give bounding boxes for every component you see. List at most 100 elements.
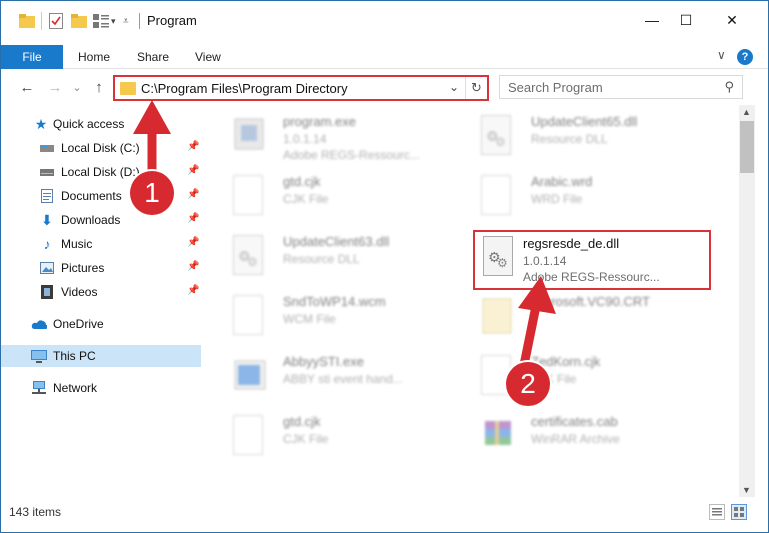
sidebar-item-label: This PC <box>53 349 96 363</box>
document-icon <box>233 415 267 459</box>
pin-icon[interactable]: 📌 <box>187 189 199 200</box>
gear-file-icon: ⚙ ⚙ <box>483 236 517 280</box>
tab-share[interactable]: Share <box>137 50 169 64</box>
qa-divider <box>41 12 42 30</box>
window-title: Program <box>147 13 197 28</box>
sidebar-item-label: OneDrive <box>53 317 104 331</box>
search-icon[interactable]: ⚲ <box>724 79 734 95</box>
file-item-regsresde-de-dll[interactable]: ⚙ ⚙ regsresde_de.dll 1.0.1.14 Adobe REGS-… <box>473 230 711 290</box>
pictures-icon <box>39 260 55 276</box>
customize-toolbar-icon[interactable]: ⩡ <box>123 12 129 30</box>
file-item-updateclient63-dll[interactable]: ⚙ ⚙ UpdateClient63.dll Resource DLL <box>215 231 455 291</box>
address-path[interactable]: C:\Program Files\Program Directory <box>141 81 348 96</box>
explorer-window: ▾ ⩡ Program — ☐ ✕ File Home Share View ∨… <box>0 0 769 533</box>
file-item-gtd-cjk-2[interactable]: gtd.cjk CJK File <box>215 411 455 471</box>
pin-icon[interactable]: 📌 <box>187 237 199 248</box>
sidebar-item-this-pc[interactable]: This PC <box>1 345 201 367</box>
properties-icon[interactable] <box>49 12 63 30</box>
forward-button[interactable]: → <box>45 77 65 97</box>
file-name: UpdateClient63.dll <box>283 234 390 249</box>
drive-icon <box>39 164 55 180</box>
navigation-pane: ★ Quick access Local Disk (C:) 📌 Local D… <box>1 105 203 497</box>
file-type: CJK File <box>283 192 329 206</box>
computer-icon <box>31 348 47 364</box>
file-type: Resource DLL <box>531 132 608 146</box>
maximize-button[interactable]: ☐ <box>671 9 701 31</box>
sidebar-item-videos[interactable]: Videos 📌 <box>1 281 201 303</box>
details-view-icon[interactable] <box>709 504 725 520</box>
file-item-gtd-cjk[interactable]: gtd.cjk CJK File <box>215 171 455 231</box>
file-name: AbbyySTI.exe <box>283 354 364 369</box>
folder-icon <box>19 12 35 30</box>
navigation-bar: ← → ⌄ ↑ C:\Program Files\Program Directo… <box>1 71 768 103</box>
file-item-zedkorn-cjk[interactable]: ZedKorn.cjk CJK File <box>463 351 703 411</box>
file-item-updateclient65-dll[interactable]: ⚙ ⚙ UpdateClient65.dll Resource DLL <box>463 111 703 171</box>
search-box[interactable]: ⚲ <box>499 75 743 99</box>
file-name: Arabic.wrd <box>531 174 593 189</box>
address-bar[interactable]: C:\Program Files\Program Directory ⌄ ↻ <box>113 75 489 101</box>
cloud-icon <box>31 316 47 332</box>
gear-file-icon: ⚙ ⚙ <box>233 235 267 279</box>
file-item-arabic-wrd[interactable]: Arabic.wrd WRD File <box>463 171 703 231</box>
new-folder-icon[interactable] <box>71 12 87 30</box>
refresh-button[interactable]: ↻ <box>465 77 487 99</box>
scroll-up-icon[interactable]: ▲ <box>742 107 751 117</box>
sidebar-item-label: Local Disk (D:) <box>61 165 140 179</box>
sidebar-item-local-disk-c[interactable]: Local Disk (C:) 📌 <box>1 137 201 159</box>
tab-file[interactable]: File <box>1 45 63 69</box>
sidebar-item-local-disk-d[interactable]: Local Disk (D:) 📌 <box>1 161 201 183</box>
pin-icon[interactable]: 📌 <box>187 141 199 152</box>
ribbon: File Home Share View ∨ ? <box>1 45 768 69</box>
sidebar-item-label: Local Disk (C:) <box>61 141 140 155</box>
back-button[interactable]: ← <box>17 77 37 97</box>
scroll-down-icon[interactable]: ▼ <box>742 485 751 495</box>
tab-view[interactable]: View <box>195 50 221 64</box>
file-version: 1.0.1.14 <box>283 132 327 146</box>
search-input[interactable] <box>508 77 718 97</box>
file-item-microsoft-vc90-crt[interactable]: Microsoft.VC90.CRT <box>463 291 703 351</box>
document-icon <box>481 175 515 219</box>
callout-2-badge: 2 <box>506 362 550 406</box>
file-name: program.exe <box>283 114 356 129</box>
sidebar-item-label: Quick access <box>53 117 125 131</box>
sidebar-item-label: Documents <box>61 189 122 203</box>
sidebar-item-pictures[interactable]: Pictures 📌 <box>1 257 201 279</box>
scrollbar-thumb[interactable] <box>740 121 754 173</box>
minimize-button[interactable]: — <box>637 9 667 31</box>
file-description: ABBY sti event hand... <box>283 372 403 386</box>
view-options-icon[interactable] <box>93 12 109 30</box>
file-item-sndtowp14-wcm[interactable]: SndToWP14.wcm WCM File <box>215 291 455 351</box>
sidebar-item-network[interactable]: Network <box>1 377 201 399</box>
expand-ribbon-icon[interactable]: ∨ <box>717 48 726 62</box>
pin-icon[interactable]: 📌 <box>187 285 199 296</box>
file-item-program-exe[interactable]: program.exe 1.0.1.14 Adobe REGS-Ressourc… <box>215 111 455 171</box>
qa-dropdown-icon[interactable]: ▾ <box>111 12 116 30</box>
vertical-scrollbar[interactable]: ▲ ▼ <box>739 105 755 497</box>
music-icon: ♪ <box>43 236 51 252</box>
tab-home[interactable]: Home <box>78 50 110 64</box>
file-description: Adobe REGS-Ressourc... <box>283 148 420 162</box>
documents-icon <box>39 188 55 204</box>
file-item-certificates-cab[interactable]: certificates.cab WinRAR Archive <box>463 411 703 471</box>
large-icons-view-icon[interactable] <box>731 504 747 520</box>
sidebar-item-quick-access[interactable]: ★ Quick access <box>1 113 201 135</box>
callout-1-badge: 1 <box>130 171 174 215</box>
help-icon[interactable]: ? <box>737 49 753 65</box>
sidebar-item-onedrive[interactable]: OneDrive <box>1 313 201 335</box>
file-name: certificates.cab <box>531 414 618 429</box>
sidebar-item-downloads[interactable]: ⬇ Downloads 📌 <box>1 209 201 231</box>
download-icon: ⬇ <box>41 211 53 228</box>
pin-icon[interactable]: 📌 <box>187 261 199 272</box>
sidebar-item-label: Videos <box>61 285 98 299</box>
up-button[interactable]: ↑ <box>89 77 109 97</box>
pin-icon[interactable]: 📌 <box>187 165 199 176</box>
pin-icon[interactable]: 📌 <box>187 213 199 224</box>
sidebar-item-music[interactable]: ♪ Music 📌 <box>1 233 201 255</box>
document-icon <box>233 175 267 219</box>
archive-icon <box>481 415 515 459</box>
address-dropdown-icon[interactable]: ⌄ <box>449 80 459 94</box>
file-item-abbyysti-exe[interactable]: AbbyySTI.exe ABBY sti event hand... <box>215 351 455 411</box>
recent-locations-button[interactable]: ⌄ <box>67 77 87 97</box>
close-button[interactable]: ✕ <box>717 9 747 31</box>
file-type: WinRAR Archive <box>531 432 620 446</box>
